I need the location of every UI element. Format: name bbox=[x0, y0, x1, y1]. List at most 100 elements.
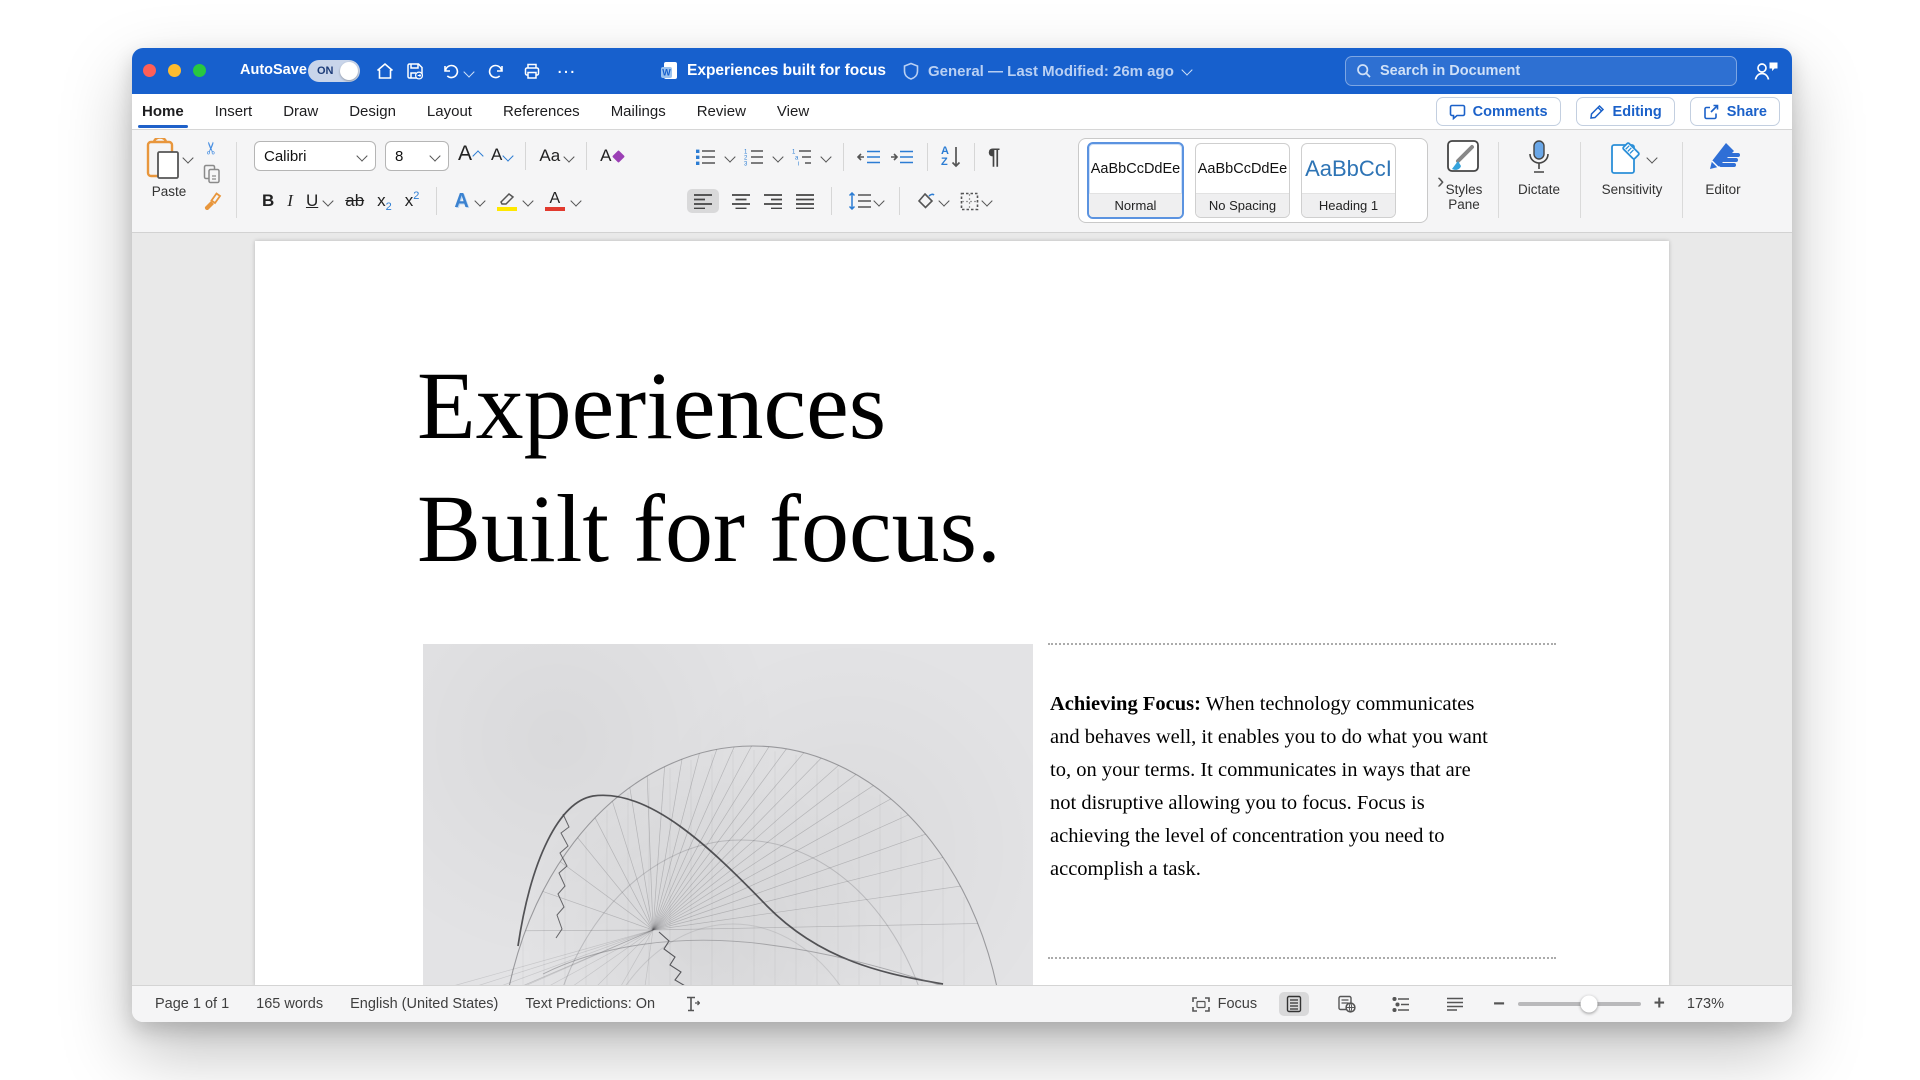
clear-formatting-button[interactable]: A bbox=[600, 146, 622, 166]
search-input[interactable]: Search in Document bbox=[1345, 56, 1737, 86]
bold-button[interactable]: B bbox=[262, 191, 274, 211]
style-card-heading1[interactable]: AaBbCcI Heading 1 bbox=[1301, 143, 1396, 218]
decrease-indent-icon[interactable] bbox=[857, 149, 881, 165]
multilevel-list-icon[interactable]: 1ai bbox=[791, 148, 813, 166]
copy-icon[interactable] bbox=[203, 164, 221, 184]
document-heading[interactable]: Experiences Built for focus. bbox=[417, 344, 1001, 590]
autosave-toggle[interactable]: ON bbox=[308, 60, 360, 82]
comments-button[interactable]: Comments bbox=[1436, 97, 1561, 126]
presence-share-icon[interactable] bbox=[1753, 58, 1780, 83]
document-image[interactable] bbox=[423, 644, 1033, 986]
styles-pane-button[interactable]: StylesPane bbox=[1432, 139, 1496, 212]
tab-insert[interactable]: Insert bbox=[213, 95, 255, 128]
show-paragraph-marks-button[interactable]: ¶ bbox=[988, 144, 1000, 170]
text-effects-chevron-icon[interactable] bbox=[474, 195, 485, 206]
undo-icon[interactable] bbox=[440, 61, 460, 81]
increase-indent-icon[interactable] bbox=[890, 149, 914, 165]
style-card-normal[interactable]: AaBbCcDdEe Normal bbox=[1087, 142, 1184, 219]
close-window-button[interactable] bbox=[143, 64, 156, 77]
zoom-window-button[interactable] bbox=[193, 64, 206, 77]
minimize-window-button[interactable] bbox=[168, 64, 181, 77]
cut-icon[interactable]: ✂ bbox=[202, 141, 222, 155]
focus-mode-button[interactable]: Focus bbox=[1192, 996, 1258, 1012]
bullet-list-chevron-icon[interactable] bbox=[724, 151, 735, 162]
align-left-button[interactable] bbox=[687, 189, 719, 213]
numbered-list-icon[interactable]: 123 bbox=[743, 148, 765, 166]
save-icon[interactable] bbox=[405, 61, 425, 81]
editing-button[interactable]: Editing bbox=[1576, 97, 1675, 126]
tab-mailings[interactable]: Mailings bbox=[609, 95, 668, 128]
document-canvas[interactable]: Experiences Built for focus. Achieving F… bbox=[132, 233, 1792, 986]
body-text-column[interactable]: Achieving Focus: When technology communi… bbox=[1050, 688, 1570, 886]
word-count[interactable]: 165 words bbox=[256, 996, 323, 1012]
underline-dropdown-chevron-icon[interactable] bbox=[323, 195, 334, 206]
italic-button[interactable]: I bbox=[287, 191, 293, 211]
document-title[interactable]: Experiences built for focus bbox=[687, 62, 886, 80]
language-indicator[interactable]: English (United States) bbox=[350, 996, 498, 1012]
tab-references[interactable]: References bbox=[501, 95, 582, 128]
more-commands-icon[interactable]: … bbox=[556, 56, 577, 79]
change-case-button[interactable]: Aa bbox=[539, 146, 573, 166]
line-spacing-button[interactable] bbox=[848, 192, 883, 210]
highlight-button[interactable] bbox=[497, 192, 517, 211]
superscript-button[interactable]: x2 bbox=[405, 191, 420, 211]
zoom-in-button[interactable]: + bbox=[1654, 993, 1665, 1015]
dictate-button[interactable]: Dictate bbox=[1504, 139, 1574, 197]
zoom-slider-thumb[interactable] bbox=[1581, 996, 1598, 1013]
style-card-no-spacing[interactable]: AaBbCcDdEe No Spacing bbox=[1195, 143, 1290, 218]
font-size-select[interactable]: 8 bbox=[385, 141, 449, 171]
share-button[interactable]: Share bbox=[1690, 97, 1780, 126]
page-count[interactable]: Page 1 of 1 bbox=[155, 996, 229, 1012]
text-effects-button[interactable]: A bbox=[454, 190, 468, 213]
undo-dropdown-chevron-icon[interactable] bbox=[465, 68, 473, 76]
tab-design[interactable]: Design bbox=[347, 95, 398, 128]
shrink-font-button[interactable]: A bbox=[491, 145, 512, 168]
align-center-button[interactable] bbox=[731, 193, 751, 209]
text-predictions-icon[interactable] bbox=[682, 996, 700, 1012]
justify-button[interactable] bbox=[795, 193, 815, 209]
zoom-level[interactable]: 173% bbox=[1687, 996, 1724, 1012]
subscript-button[interactable]: x2 bbox=[377, 191, 392, 211]
tab-layout[interactable]: Layout bbox=[425, 95, 474, 128]
tab-draw[interactable]: Draw bbox=[281, 95, 320, 128]
document-page[interactable]: Experiences Built for focus. Achieving F… bbox=[255, 241, 1669, 986]
body-line: not disruptive allowing you to focus. Fo… bbox=[1050, 787, 1570, 820]
editor-button[interactable]: Editor bbox=[1688, 139, 1758, 197]
sort-button[interactable]: AZ bbox=[941, 146, 961, 168]
tab-review[interactable]: Review bbox=[695, 95, 748, 128]
tab-home[interactable]: Home bbox=[140, 95, 186, 128]
draft-view-button[interactable] bbox=[1439, 994, 1471, 1014]
shading-button[interactable] bbox=[916, 192, 948, 210]
font-name-select[interactable]: Calibri bbox=[254, 141, 376, 171]
outline-view-button[interactable] bbox=[1385, 994, 1417, 1015]
align-right-button[interactable] bbox=[763, 193, 783, 209]
multilevel-list-chevron-icon[interactable] bbox=[820, 151, 831, 162]
format-painter-icon[interactable] bbox=[202, 190, 222, 210]
dictate-label: Dictate bbox=[1518, 182, 1560, 197]
redo-icon[interactable] bbox=[487, 61, 507, 81]
tab-view[interactable]: View bbox=[775, 95, 811, 128]
home-icon[interactable] bbox=[375, 61, 395, 81]
grow-font-button[interactable]: A bbox=[458, 142, 482, 170]
strikethrough-button[interactable]: ab bbox=[345, 191, 364, 211]
zoom-slider[interactable] bbox=[1518, 1002, 1641, 1006]
borders-button[interactable] bbox=[960, 192, 991, 211]
paste-button[interactable]: Paste bbox=[146, 138, 192, 199]
underline-button[interactable]: U bbox=[306, 191, 318, 211]
print-icon[interactable] bbox=[522, 61, 542, 81]
zoom-out-button[interactable]: − bbox=[1493, 993, 1505, 1016]
style-preview: AaBbCcDdEe bbox=[1196, 144, 1289, 193]
print-layout-view-button[interactable] bbox=[1279, 992, 1309, 1016]
text-predictions-indicator[interactable]: Text Predictions: On bbox=[525, 996, 655, 1012]
status-dropdown-chevron-icon[interactable] bbox=[1181, 64, 1192, 75]
sensitivity-button[interactable]: Sensitivity bbox=[1584, 139, 1680, 197]
numbered-list-chevron-icon[interactable] bbox=[772, 151, 783, 162]
paste-dropdown-chevron-icon[interactable] bbox=[182, 152, 193, 163]
document-status[interactable]: General — Last Modified: 26m ago bbox=[928, 63, 1174, 80]
bullet-list-icon[interactable] bbox=[695, 148, 717, 166]
search-icon bbox=[1356, 63, 1372, 79]
font-color-button[interactable]: A bbox=[545, 192, 565, 211]
highlight-chevron-icon[interactable] bbox=[522, 195, 533, 206]
font-color-chevron-icon[interactable] bbox=[570, 195, 581, 206]
web-layout-view-button[interactable] bbox=[1331, 992, 1363, 1016]
